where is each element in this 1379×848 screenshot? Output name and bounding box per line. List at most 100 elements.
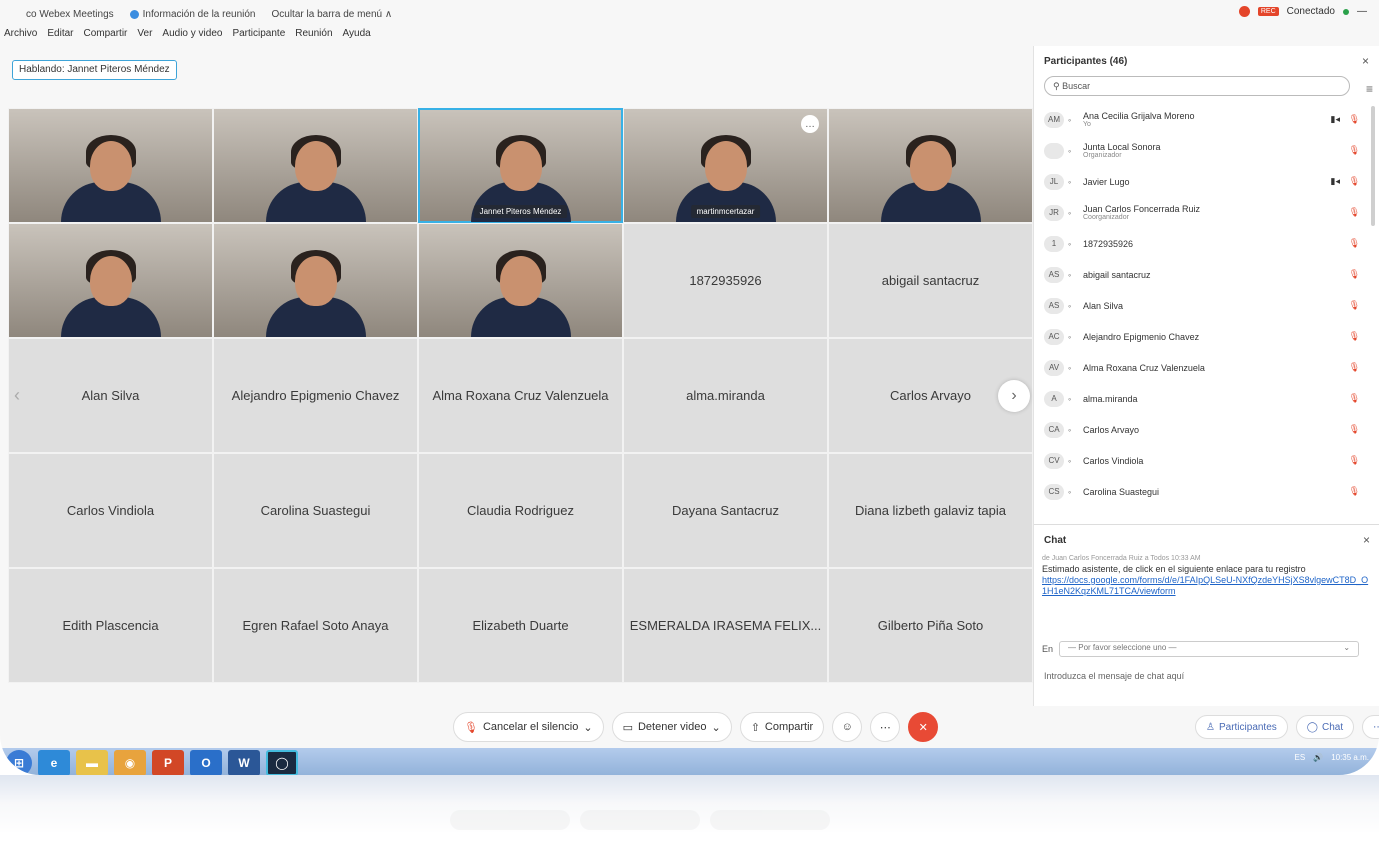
participant-tile[interactable]: ESMERALDA IRASEMA FELIX... <box>623 568 828 683</box>
ie-icon[interactable]: e <box>38 750 70 775</box>
mic-muted-icon[interactable]: 🎙 <box>1349 207 1360 218</box>
right-panel: Participantes (46) × ⚲ Buscar ≡ AM ◦ Ana C… <box>1033 46 1379 706</box>
participant-row[interactable]: CV ◦ Carlos Vindiola 🎙 <box>1034 445 1379 476</box>
mic-muted-icon[interactable]: 🎙 <box>1349 455 1360 466</box>
participant-row[interactable]: 1 ◦ 1872935926 🎙 <box>1034 228 1379 259</box>
chevron-down-icon[interactable]: ⌄ <box>711 721 720 734</box>
participant-tile[interactable]: Jannet Piteros Méndez <box>418 108 623 223</box>
participant-tile[interactable] <box>8 223 213 338</box>
folder-icon[interactable]: ▬ <box>76 750 108 775</box>
tile-name: Egren Rafael Soto Anaya <box>242 618 389 633</box>
minimize-button[interactable]: — <box>1357 6 1367 17</box>
hide-menu-button[interactable]: Ocultar la barra de menú ∧ <box>272 9 393 20</box>
participant-row[interactable]: CA ◦ Carlos Arvayo 🎙 <box>1034 414 1379 445</box>
participant-tile[interactable] <box>418 223 623 338</box>
tile-more-button[interactable]: … <box>801 115 819 133</box>
participant-tile[interactable] <box>828 108 1033 223</box>
participant-row[interactable]: AV ◦ Alma Roxana Cruz Valenzuela 🎙 <box>1034 352 1379 383</box>
participant-row[interactable]: AS ◦ abigail santacruz 🎙 <box>1034 259 1379 290</box>
mic-muted-icon[interactable]: 🎙 <box>1349 486 1360 497</box>
chat-link[interactable]: https://docs.google.com/forms/d/e/1FAIpQ… <box>1042 575 1372 598</box>
close-icon[interactable]: × <box>1362 54 1369 68</box>
menu-item[interactable]: Archivo <box>4 28 37 46</box>
menu-item[interactable]: Audio y video <box>162 28 222 46</box>
start-icon[interactable]: ⊞ <box>6 750 32 775</box>
webex-icon[interactable]: ◯ <box>266 750 298 775</box>
mic-muted-icon[interactable]: 🎙 <box>1349 238 1360 249</box>
menu-item[interactable]: Compartir <box>83 28 127 46</box>
participant-tile[interactable]: Alan Silva <box>8 338 213 453</box>
participant-tile[interactable] <box>8 108 213 223</box>
recipient-select[interactable]: — Por favor seleccione uno — ⌄ <box>1059 641 1360 657</box>
mic-muted-icon[interactable]: 🎙 <box>1349 300 1360 311</box>
participant-scrollbar[interactable] <box>1371 106 1375 226</box>
participant-tile[interactable]: Diana lizbeth galaviz tapia <box>828 453 1033 568</box>
chat-input[interactable]: Introduzca el mensaje de chat aquí <box>1044 671 1184 681</box>
participant-tile[interactable]: Claudia Rodriguez <box>418 453 623 568</box>
participant-tile[interactable]: Elizabeth Duarte <box>418 568 623 683</box>
prev-page-icon[interactable]: ‹ <box>14 385 20 406</box>
participant-tile[interactable]: Carolina Suastegui <box>213 453 418 568</box>
participant-tile[interactable]: Egren Rafael Soto Anaya <box>213 568 418 683</box>
participant-row[interactable]: JL ◦ Javier Lugo ▮◂ 🎙 <box>1034 166 1379 197</box>
participant-row[interactable]: CS ◦ Carolina Suastegui 🎙 <box>1034 476 1379 507</box>
menu-item[interactable]: Ver <box>137 28 152 46</box>
participant-tile[interactable]: martinmcertazar… <box>623 108 828 223</box>
clock[interactable]: 10:35 a.m. <box>1331 753 1369 762</box>
close-icon[interactable]: × <box>1363 533 1370 547</box>
chrome-icon[interactable]: ◉ <box>114 750 146 775</box>
participant-tile[interactable]: Gilberto Piña Soto <box>828 568 1033 683</box>
close-icon: ✕ <box>918 721 928 734</box>
menu-item[interactable]: Participante <box>232 28 285 46</box>
next-page-button[interactable]: › <box>998 380 1030 412</box>
volume-icon[interactable]: 🔊 <box>1313 753 1323 762</box>
participant-tile[interactable]: Carlos Vindiola <box>8 453 213 568</box>
mic-muted-icon[interactable]: 🎙 <box>1349 176 1360 187</box>
mic-muted-icon[interactable]: 🎙 <box>1349 331 1360 342</box>
participants-button[interactable]: ♙ Participantes <box>1195 715 1288 739</box>
participant-row[interactable]: AS ◦ Alan Silva 🎙 <box>1034 290 1379 321</box>
language-indicator[interactable]: ES <box>1295 753 1306 762</box>
participant-tile[interactable]: abigail santacruz <box>828 223 1033 338</box>
participant-tile[interactable]: Dayana Santacruz <box>623 453 828 568</box>
participant-tile[interactable]: 1872935926 <box>623 223 828 338</box>
mic-muted-icon[interactable]: 🎙 <box>1349 393 1360 404</box>
participant-tile[interactable]: Alma Roxana Cruz Valenzuela <box>418 338 623 453</box>
chat-recipient: En — Por favor seleccione uno — ⌄ <box>1042 641 1360 657</box>
chevron-down-icon[interactable]: ⌄ <box>583 721 592 734</box>
word-icon[interactable]: W <box>228 750 260 775</box>
participant-tile[interactable]: Edith Plascencia <box>8 568 213 683</box>
unmute-button[interactable]: 🎙 Cancelar el silencio ⌄ <box>453 712 604 742</box>
participant-search-input[interactable]: ⚲ Buscar <box>1044 76 1350 96</box>
mic-muted-icon[interactable]: 🎙 <box>1349 145 1360 156</box>
sort-icon[interactable]: ≡ <box>1366 82 1373 96</box>
leave-meeting-button[interactable]: ✕ <box>908 712 939 742</box>
participant-name: Ana Cecilia Grijalva Moreno <box>1083 111 1195 121</box>
powerpoint-icon[interactable]: P <box>152 750 184 775</box>
meeting-info-button[interactable]: Información de la reunión <box>129 9 256 20</box>
participant-tile[interactable] <box>213 223 418 338</box>
participant-row[interactable]: AM ◦ Ana Cecilia Grijalva Moreno Yo ▮◂ 🎙 <box>1034 104 1379 135</box>
mic-muted-icon[interactable]: 🎙 <box>1349 114 1360 125</box>
menu-item[interactable]: Reunión <box>295 28 332 46</box>
avatar: AS <box>1044 297 1064 314</box>
participant-row[interactable]: A ◦ alma.miranda 🎙 <box>1034 383 1379 414</box>
participant-row[interactable]: ◦ Junta Local Sonora Organizador 🎙 <box>1034 135 1379 166</box>
outlook-icon[interactable]: O <box>190 750 222 775</box>
mic-muted-icon[interactable]: 🎙 <box>1349 362 1360 373</box>
menu-item[interactable]: Editar <box>47 28 73 46</box>
reactions-button[interactable]: ☺ <box>832 712 863 742</box>
chat-button[interactable]: ◯ Chat <box>1295 715 1355 739</box>
mic-muted-icon[interactable]: 🎙 <box>1349 424 1360 435</box>
more-panels-button[interactable]: ⋯ <box>1362 715 1379 739</box>
participant-tile[interactable] <box>213 108 418 223</box>
stop-video-button[interactable]: ▭ Detener video ⌄ <box>611 712 732 742</box>
participant-tile[interactable]: alma.miranda <box>623 338 828 453</box>
more-options-button[interactable]: ⋯ <box>870 712 901 742</box>
mic-muted-icon[interactable]: 🎙 <box>1349 269 1360 280</box>
menu-item[interactable]: Ayuda <box>343 28 371 46</box>
participant-tile[interactable]: Alejandro Epigmenio Chavez <box>213 338 418 453</box>
participant-row[interactable]: AC ◦ Alejandro Epigmenio Chavez 🎙 <box>1034 321 1379 352</box>
participant-row[interactable]: JR ◦ Juan Carlos Foncerrada Ruiz Coorganiza… <box>1034 197 1379 228</box>
share-button[interactable]: ⇧ Compartir <box>739 712 825 742</box>
